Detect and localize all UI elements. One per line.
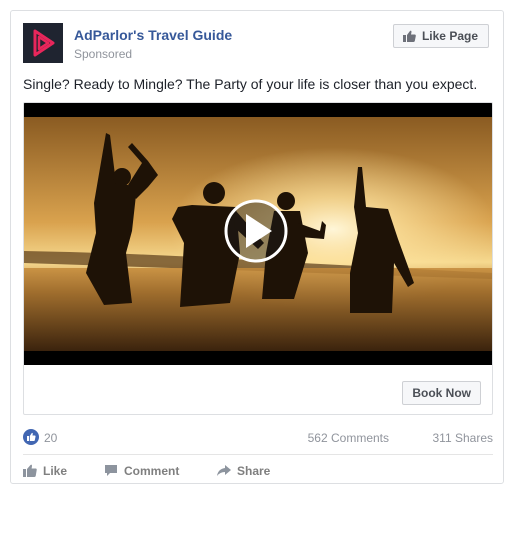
sponsored-label[interactable]: Sponsored	[74, 47, 132, 61]
thumbs-up-icon	[23, 464, 37, 477]
video-attachment: Book Now	[23, 102, 493, 415]
share-action-label: Share	[237, 464, 271, 478]
video-player[interactable]	[24, 103, 492, 365]
page-logo[interactable]	[23, 23, 63, 63]
reaction-thumb-glyph	[27, 432, 36, 441]
comment-action-label: Comment	[124, 464, 180, 478]
like-page-button[interactable]: Like Page	[392, 24, 489, 48]
like-action-label: Like	[43, 464, 68, 478]
share-action-button[interactable]: Share	[217, 461, 297, 481]
video-thumbnail	[24, 103, 492, 365]
actions-divider	[23, 454, 493, 455]
like-reaction-icon[interactable]	[23, 429, 39, 445]
like-action-button[interactable]: Like	[23, 461, 83, 481]
like-page-label: Like Page	[421, 29, 478, 43]
comment-action-button[interactable]: Comment	[104, 461, 204, 481]
reaction-count[interactable]: 20	[44, 431, 57, 445]
post-actions-bar: Like Comment Share	[23, 461, 493, 481]
shares-count[interactable]: 311 Shares	[433, 431, 494, 445]
share-arrow-icon	[217, 465, 231, 476]
page-name-link[interactable]: AdParlor's Travel Guide	[74, 27, 232, 43]
comment-bubble-icon	[105, 465, 117, 476]
thumbs-up-icon	[402, 30, 416, 42]
book-now-button[interactable]: Book Now	[402, 381, 481, 405]
play-triangle-logo-icon	[23, 23, 63, 63]
engagement-stats: 20 562 Comments 311 Shares	[23, 429, 493, 447]
post-header: AdParlor's Travel Guide Sponsored Like P…	[23, 23, 493, 63]
comments-count[interactable]: 562 Comments	[308, 431, 389, 445]
sponsored-post-card: AdParlor's Travel Guide Sponsored Like P…	[10, 10, 504, 484]
post-caption: Single? Ready to Mingle? The Party of yo…	[23, 76, 478, 92]
play-button-icon[interactable]	[224, 199, 288, 263]
